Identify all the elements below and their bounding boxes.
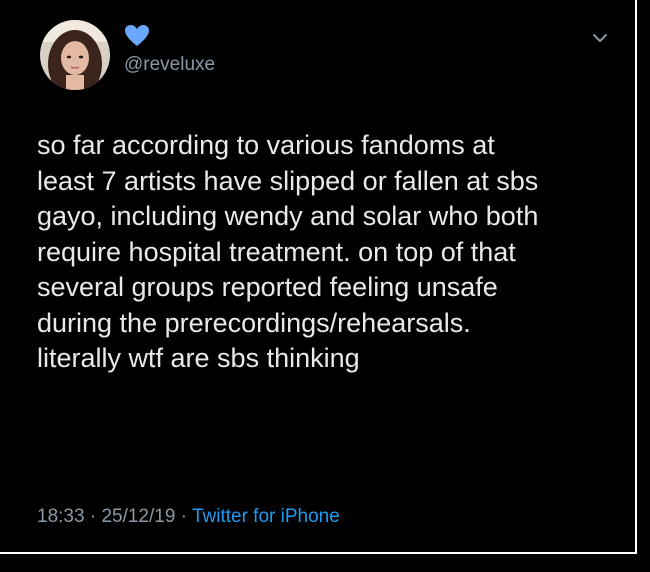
tweet-screenshot: @reveluxe so far according to various fa…: [0, 0, 650, 572]
chevron-down-icon[interactable]: [589, 27, 611, 49]
avatar-photo: [40, 20, 110, 90]
meta-separator: ·: [175, 506, 192, 527]
tweet-meta: 18:33 · 25/12/19 · Twitter for iPhone: [37, 506, 340, 528]
tweet-date[interactable]: 25/12/19: [101, 506, 175, 527]
screenshot-border-right: [635, 0, 637, 552]
blue-heart-icon: [124, 24, 150, 48]
tweet-text: so far according to various fandoms at l…: [37, 130, 539, 373]
tweet-source-link[interactable]: Twitter for iPhone: [192, 506, 340, 527]
user-handle[interactable]: @reveluxe: [124, 54, 215, 76]
tweet-time[interactable]: 18:33: [37, 506, 85, 527]
meta-separator: ·: [84, 506, 102, 527]
screenshot-border-bottom: [0, 552, 637, 554]
avatar[interactable]: [40, 20, 110, 90]
